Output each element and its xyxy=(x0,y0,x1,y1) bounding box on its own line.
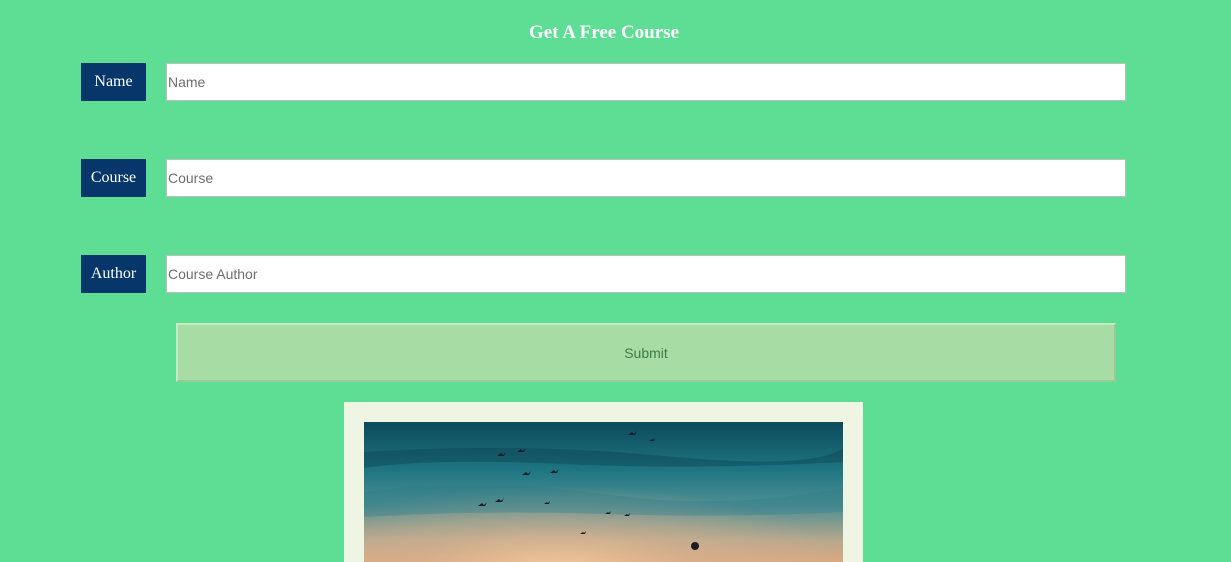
page-title: Get A Free Course xyxy=(528,22,680,43)
course-label: Course xyxy=(81,159,146,197)
author-input[interactable] xyxy=(166,255,1126,293)
submit-button[interactable]: Submit xyxy=(176,323,1116,382)
name-label: Name xyxy=(81,63,146,101)
image-frame xyxy=(344,402,863,562)
course-input[interactable] xyxy=(166,159,1126,197)
author-label: Author xyxy=(81,255,146,293)
sunset-sky-image xyxy=(364,422,843,562)
course-image xyxy=(364,422,843,562)
name-input[interactable] xyxy=(166,63,1126,101)
